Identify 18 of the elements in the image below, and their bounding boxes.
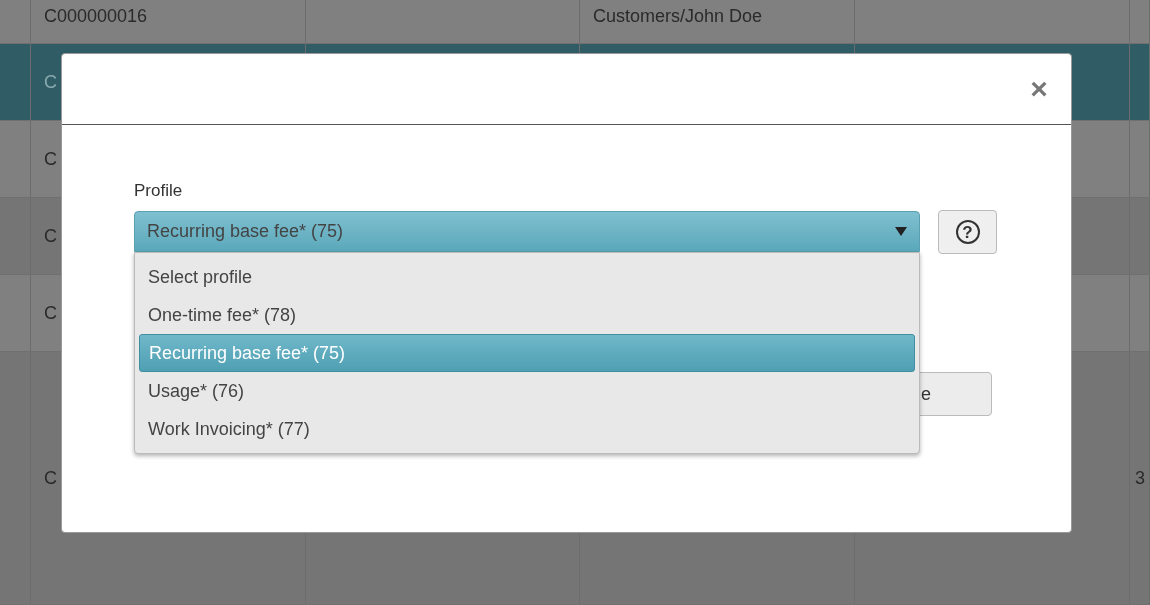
table-cell-text: C: [44, 224, 57, 248]
table-cell-text: C000000016: [44, 5, 148, 28]
table-cell-text: Customers/John Doe: [593, 5, 763, 28]
table-cell-text: 3: [1135, 466, 1145, 490]
dropdown-option[interactable]: Work Invoicing* (77): [139, 410, 915, 448]
table-row[interactable]: C000000016 Customers/John Doe: [0, 0, 1150, 44]
table-cell-text: C: [44, 301, 57, 325]
dropdown-option[interactable]: Select profile: [139, 258, 915, 296]
table-cell-text: C: [44, 466, 57, 490]
dropdown-option[interactable]: Usage* (76): [139, 372, 915, 410]
dropdown-option[interactable]: One-time fee* (78): [139, 296, 915, 334]
caret-icon: [895, 227, 907, 236]
profile-select[interactable]: Recurring base fee* (75): [134, 211, 920, 252]
table-cell-text: C: [44, 70, 57, 94]
profile-label: Profile: [134, 181, 184, 201]
table-cell-text: C: [44, 147, 57, 171]
help-button[interactable]: ?: [938, 210, 997, 254]
close-button[interactable]: ×: [1027, 75, 1051, 103]
